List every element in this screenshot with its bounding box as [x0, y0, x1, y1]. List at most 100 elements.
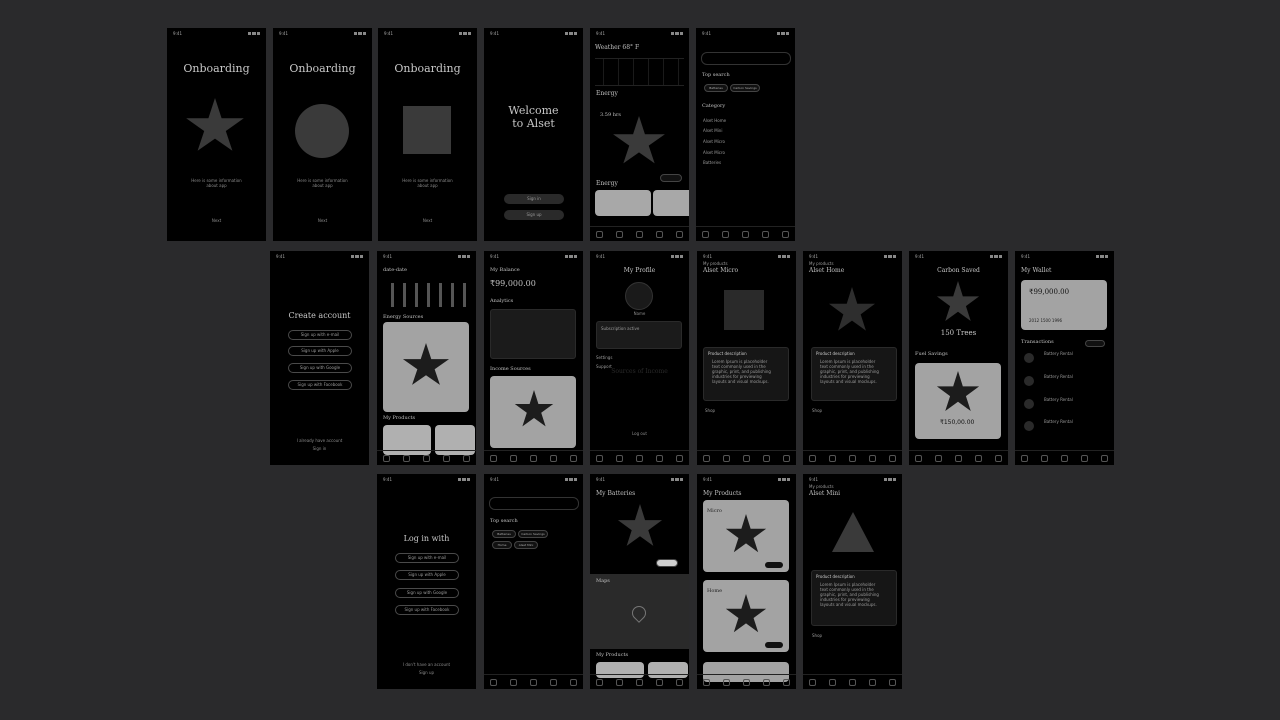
product-card-home[interactable]: Home — [703, 580, 789, 652]
chip-alset-mini[interactable]: Alset Mini — [514, 541, 538, 549]
grid-icon[interactable] — [742, 678, 750, 686]
search-icon[interactable] — [510, 678, 518, 686]
home-icon[interactable] — [1021, 454, 1029, 462]
search-icon[interactable] — [616, 230, 624, 238]
grid-icon[interactable] — [954, 454, 962, 462]
grid-icon[interactable] — [635, 230, 643, 238]
settings-item[interactable]: Settings — [596, 355, 612, 360]
chip-batteries[interactable]: Batteries — [704, 84, 728, 92]
profile-icon[interactable] — [569, 454, 577, 462]
home-icon[interactable] — [702, 230, 710, 238]
profile-icon[interactable] — [888, 454, 896, 462]
grid-icon[interactable] — [529, 678, 537, 686]
sign-in-button[interactable]: Sign in — [504, 194, 564, 204]
avatar[interactable] — [625, 282, 653, 310]
profile-icon[interactable] — [782, 678, 790, 686]
wallet-icon[interactable] — [442, 454, 450, 462]
income-sources-card[interactable] — [490, 376, 576, 448]
back-link[interactable]: My products — [809, 484, 834, 489]
back-link[interactable]: My products — [703, 261, 728, 266]
wallet-icon[interactable] — [655, 678, 663, 686]
wallet-icon[interactable] — [868, 454, 876, 462]
transaction-title[interactable]: Battery Rental — [1044, 351, 1073, 356]
date-range[interactable]: date-date — [383, 267, 407, 273]
profile-icon[interactable] — [675, 678, 683, 686]
chip-carbon-savings[interactable]: Carbon Savings — [518, 530, 548, 538]
wallet-icon[interactable] — [868, 678, 876, 686]
chip-home[interactable]: Home — [492, 541, 512, 549]
signup-email-button[interactable]: Sign up with e-mail — [288, 330, 352, 340]
details-button[interactable] — [765, 562, 783, 568]
wallet-icon[interactable] — [655, 230, 663, 238]
category-item[interactable]: Alset Micro — [703, 139, 725, 144]
next-button[interactable]: Next — [378, 218, 477, 223]
shop-link[interactable]: Shop — [705, 408, 715, 413]
shop-link[interactable]: Shop — [812, 408, 822, 413]
next-button[interactable]: Next — [273, 218, 372, 223]
energy-sources-card[interactable] — [383, 322, 469, 412]
search-icon[interactable] — [723, 454, 731, 462]
wallet-icon[interactable] — [762, 678, 770, 686]
view-all-button[interactable] — [1085, 340, 1105, 347]
wallet-icon[interactable] — [549, 678, 557, 686]
search-icon[interactable] — [616, 678, 624, 686]
signup-google-button[interactable]: Sign up with Google — [288, 363, 352, 373]
search-icon[interactable] — [723, 678, 731, 686]
wallet-icon[interactable] — [762, 454, 770, 462]
maps-card[interactable]: Maps — [590, 574, 689, 649]
profile-icon[interactable] — [569, 678, 577, 686]
grid-icon[interactable] — [635, 454, 643, 462]
toggle-chip[interactable] — [660, 174, 682, 182]
grid-icon[interactable] — [529, 454, 537, 462]
search-icon[interactable] — [403, 454, 411, 462]
login-facebook-button[interactable]: Sign up with Facebook — [395, 605, 459, 615]
category-item[interactable]: Alset Micro — [703, 150, 725, 155]
profile-icon[interactable] — [462, 454, 470, 462]
transaction-title[interactable]: Battery Rental — [1044, 397, 1073, 402]
health-button[interactable] — [656, 559, 678, 567]
subscription-card[interactable]: Subscription active — [596, 321, 682, 349]
wallet-icon[interactable] — [1080, 454, 1088, 462]
next-button[interactable]: Next — [167, 218, 266, 223]
grid-icon[interactable] — [422, 454, 430, 462]
search-icon[interactable] — [829, 454, 837, 462]
wallet-icon[interactable] — [549, 454, 557, 462]
grid-icon[interactable] — [848, 454, 856, 462]
profile-icon[interactable] — [888, 678, 896, 686]
search-input[interactable] — [489, 497, 579, 510]
wallet-icon[interactable] — [761, 230, 769, 238]
transaction-title[interactable]: Battery Rental — [1044, 419, 1073, 424]
home-icon[interactable] — [490, 454, 498, 462]
signup-facebook-button[interactable]: Sign up with Facebook — [288, 380, 352, 390]
home-icon[interactable] — [596, 454, 604, 462]
home-icon[interactable] — [915, 454, 923, 462]
home-icon[interactable] — [703, 454, 711, 462]
search-icon[interactable] — [829, 678, 837, 686]
home-icon[interactable] — [809, 678, 817, 686]
chip-batteries[interactable]: Batteries — [492, 530, 516, 538]
wallet-icon[interactable] — [655, 454, 663, 462]
profile-icon[interactable] — [1100, 454, 1108, 462]
home-icon[interactable] — [596, 678, 604, 686]
transaction-title[interactable]: Battery Rental — [1044, 374, 1073, 379]
profile-icon[interactable] — [675, 230, 683, 238]
grid-icon[interactable] — [741, 230, 749, 238]
category-item[interactable]: Alset Home — [703, 118, 726, 123]
profile-icon[interactable] — [781, 230, 789, 238]
sign-up-link[interactable]: Sign up — [377, 670, 476, 675]
profile-icon[interactable] — [675, 454, 683, 462]
category-item[interactable]: Batteries — [703, 160, 721, 165]
home-icon[interactable] — [596, 230, 604, 238]
sign-in-link[interactable]: Sign in — [270, 446, 369, 451]
home-icon[interactable] — [809, 454, 817, 462]
grid-icon[interactable] — [1060, 454, 1068, 462]
shop-link[interactable]: Shop — [812, 633, 822, 638]
login-google-button[interactable]: Sign up with Google — [395, 588, 459, 598]
search-icon[interactable] — [510, 454, 518, 462]
energy-card-2[interactable] — [653, 190, 689, 216]
search-icon[interactable] — [616, 454, 624, 462]
grid-icon[interactable] — [635, 678, 643, 686]
grid-icon[interactable] — [848, 678, 856, 686]
home-icon[interactable] — [490, 678, 498, 686]
details-button[interactable] — [765, 642, 783, 648]
